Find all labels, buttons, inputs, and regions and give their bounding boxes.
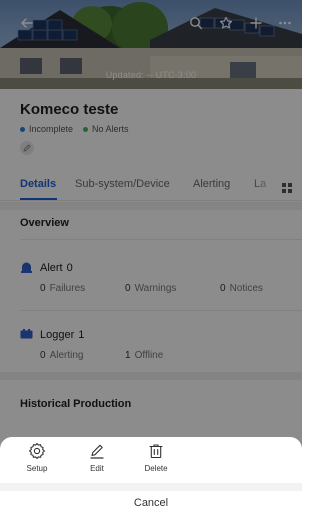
action-sheet: Setup Edit Delete Cancel (0, 437, 302, 519)
edit-label: Edit (90, 464, 104, 473)
edit-button[interactable]: Edit (75, 441, 119, 477)
delete-button[interactable]: Delete (134, 441, 178, 477)
setup-label: Setup (26, 464, 48, 473)
setup-button[interactable]: Setup (15, 441, 59, 477)
sheet-separator (0, 483, 302, 491)
trash-icon (146, 441, 166, 461)
gear-icon (27, 441, 47, 461)
pencil-icon (87, 441, 107, 461)
cancel-button[interactable]: Cancel (0, 492, 302, 519)
delete-label: Delete (144, 464, 168, 473)
